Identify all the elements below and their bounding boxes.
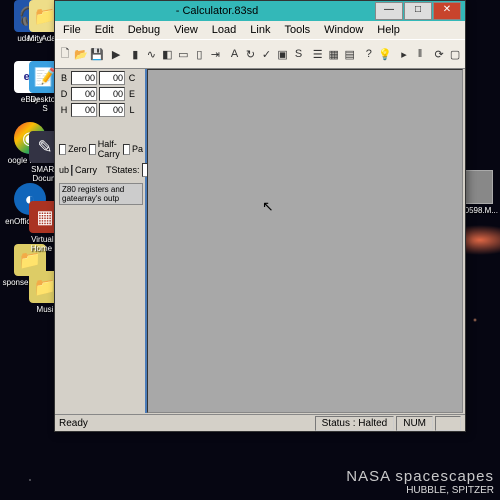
menu-tools[interactable]: Tools: [278, 23, 316, 37]
grid2-icon[interactable]: ▤: [342, 43, 358, 65]
check-icon[interactable]: ✓: [259, 43, 275, 65]
step-icon[interactable]: ▸: [396, 43, 412, 65]
reg-e-label: E: [127, 89, 137, 99]
status-grip: [435, 416, 461, 431]
reg-d-input[interactable]: [71, 87, 97, 101]
pa-checkbox[interactable]: [123, 144, 130, 155]
frame-icon[interactable]: ▭: [175, 43, 191, 65]
menu-help[interactable]: Help: [371, 23, 406, 37]
carry-checkbox[interactable]: [71, 165, 73, 176]
calculator-window: - Calculator.83sd — □ ✕ File Edit Debug …: [54, 0, 466, 432]
halfcarry-checkbox[interactable]: [89, 144, 96, 155]
music-icon[interactable]: ▢: [447, 43, 463, 65]
menu-edit[interactable]: Edit: [89, 23, 120, 37]
loop-icon[interactable]: ⟳: [431, 43, 447, 65]
mouse-cursor-icon: ↖: [262, 198, 274, 215]
menu-link[interactable]: Link: [244, 23, 276, 37]
snap-icon[interactable]: S: [291, 43, 307, 65]
reg-c-label: C: [127, 73, 137, 83]
reg-h-input[interactable]: [71, 103, 97, 117]
save-icon[interactable]: 💾: [89, 43, 105, 65]
registers-panel: B C D E H L Zero Half-Carry Pa: [57, 69, 147, 413]
text-icon[interactable]: A: [226, 43, 242, 65]
reg-b2-input[interactable]: [99, 71, 125, 85]
zero-checkbox[interactable]: [59, 144, 66, 155]
mark-icon[interactable]: ▣: [275, 43, 291, 65]
minimize-button[interactable]: —: [375, 2, 403, 20]
reg-d-label: D: [59, 89, 69, 99]
toolbar: 🗋 📂 💾 ▶ ▮ ∿ ◧ ▭ ▯ ⇥ A ↻ ✓ ▣ S ☰ ▦ ▤ ? 💡 …: [55, 39, 465, 69]
window-title: - Calculator.83sd: [59, 5, 375, 17]
menu-debug[interactable]: Debug: [122, 23, 166, 37]
reg-b-label: B: [59, 73, 69, 83]
toggle-icon[interactable]: ◧: [159, 43, 175, 65]
status-num: NUM: [396, 416, 433, 431]
menu-window[interactable]: Window: [318, 23, 369, 37]
menu-view[interactable]: View: [168, 23, 204, 37]
list-icon[interactable]: ☰: [310, 43, 326, 65]
redo-icon[interactable]: ↻: [243, 43, 259, 65]
status-ready: Ready: [59, 418, 88, 429]
reg-l-input[interactable]: [99, 103, 125, 117]
menu-bar: File Edit Debug View Load Link Tools Win…: [55, 21, 465, 39]
play-icon[interactable]: ▶: [108, 43, 124, 65]
wave-icon[interactable]: ∿: [143, 43, 159, 65]
status-halted: Status : Halted: [315, 416, 395, 431]
reg-e-input[interactable]: [99, 87, 125, 101]
reg-l-label: L: [127, 105, 137, 115]
status-bar: Ready Status : Halted NUM: [55, 414, 465, 431]
help-icon[interactable]: ?: [361, 43, 377, 65]
reg-b-input[interactable]: [71, 71, 97, 85]
chart-icon[interactable]: ▮: [127, 43, 143, 65]
open-icon[interactable]: 📂: [73, 43, 89, 65]
grid-icon[interactable]: ▦: [326, 43, 342, 65]
maximize-button[interactable]: □: [404, 2, 432, 20]
panel-icon[interactable]: ▯: [191, 43, 207, 65]
new-icon[interactable]: 🗋: [57, 43, 73, 65]
title-bar[interactable]: - Calculator.83sd — □ ✕: [55, 1, 465, 21]
pause-icon[interactable]: ‖: [412, 43, 428, 65]
info-icon[interactable]: 💡: [377, 43, 393, 65]
menu-file[interactable]: File: [57, 23, 87, 37]
wallpaper-credits: NASA spacescapes HUBBLE, SPITZER: [346, 468, 494, 496]
main-view[interactable]: ↖: [147, 69, 463, 413]
menu-load[interactable]: Load: [206, 23, 242, 37]
close-button[interactable]: ✕: [433, 2, 461, 20]
section-label: Z80 registers and gatearray's outp: [59, 183, 143, 205]
arrow-icon[interactable]: ⇥: [207, 43, 223, 65]
reg-h-label: H: [59, 105, 69, 115]
